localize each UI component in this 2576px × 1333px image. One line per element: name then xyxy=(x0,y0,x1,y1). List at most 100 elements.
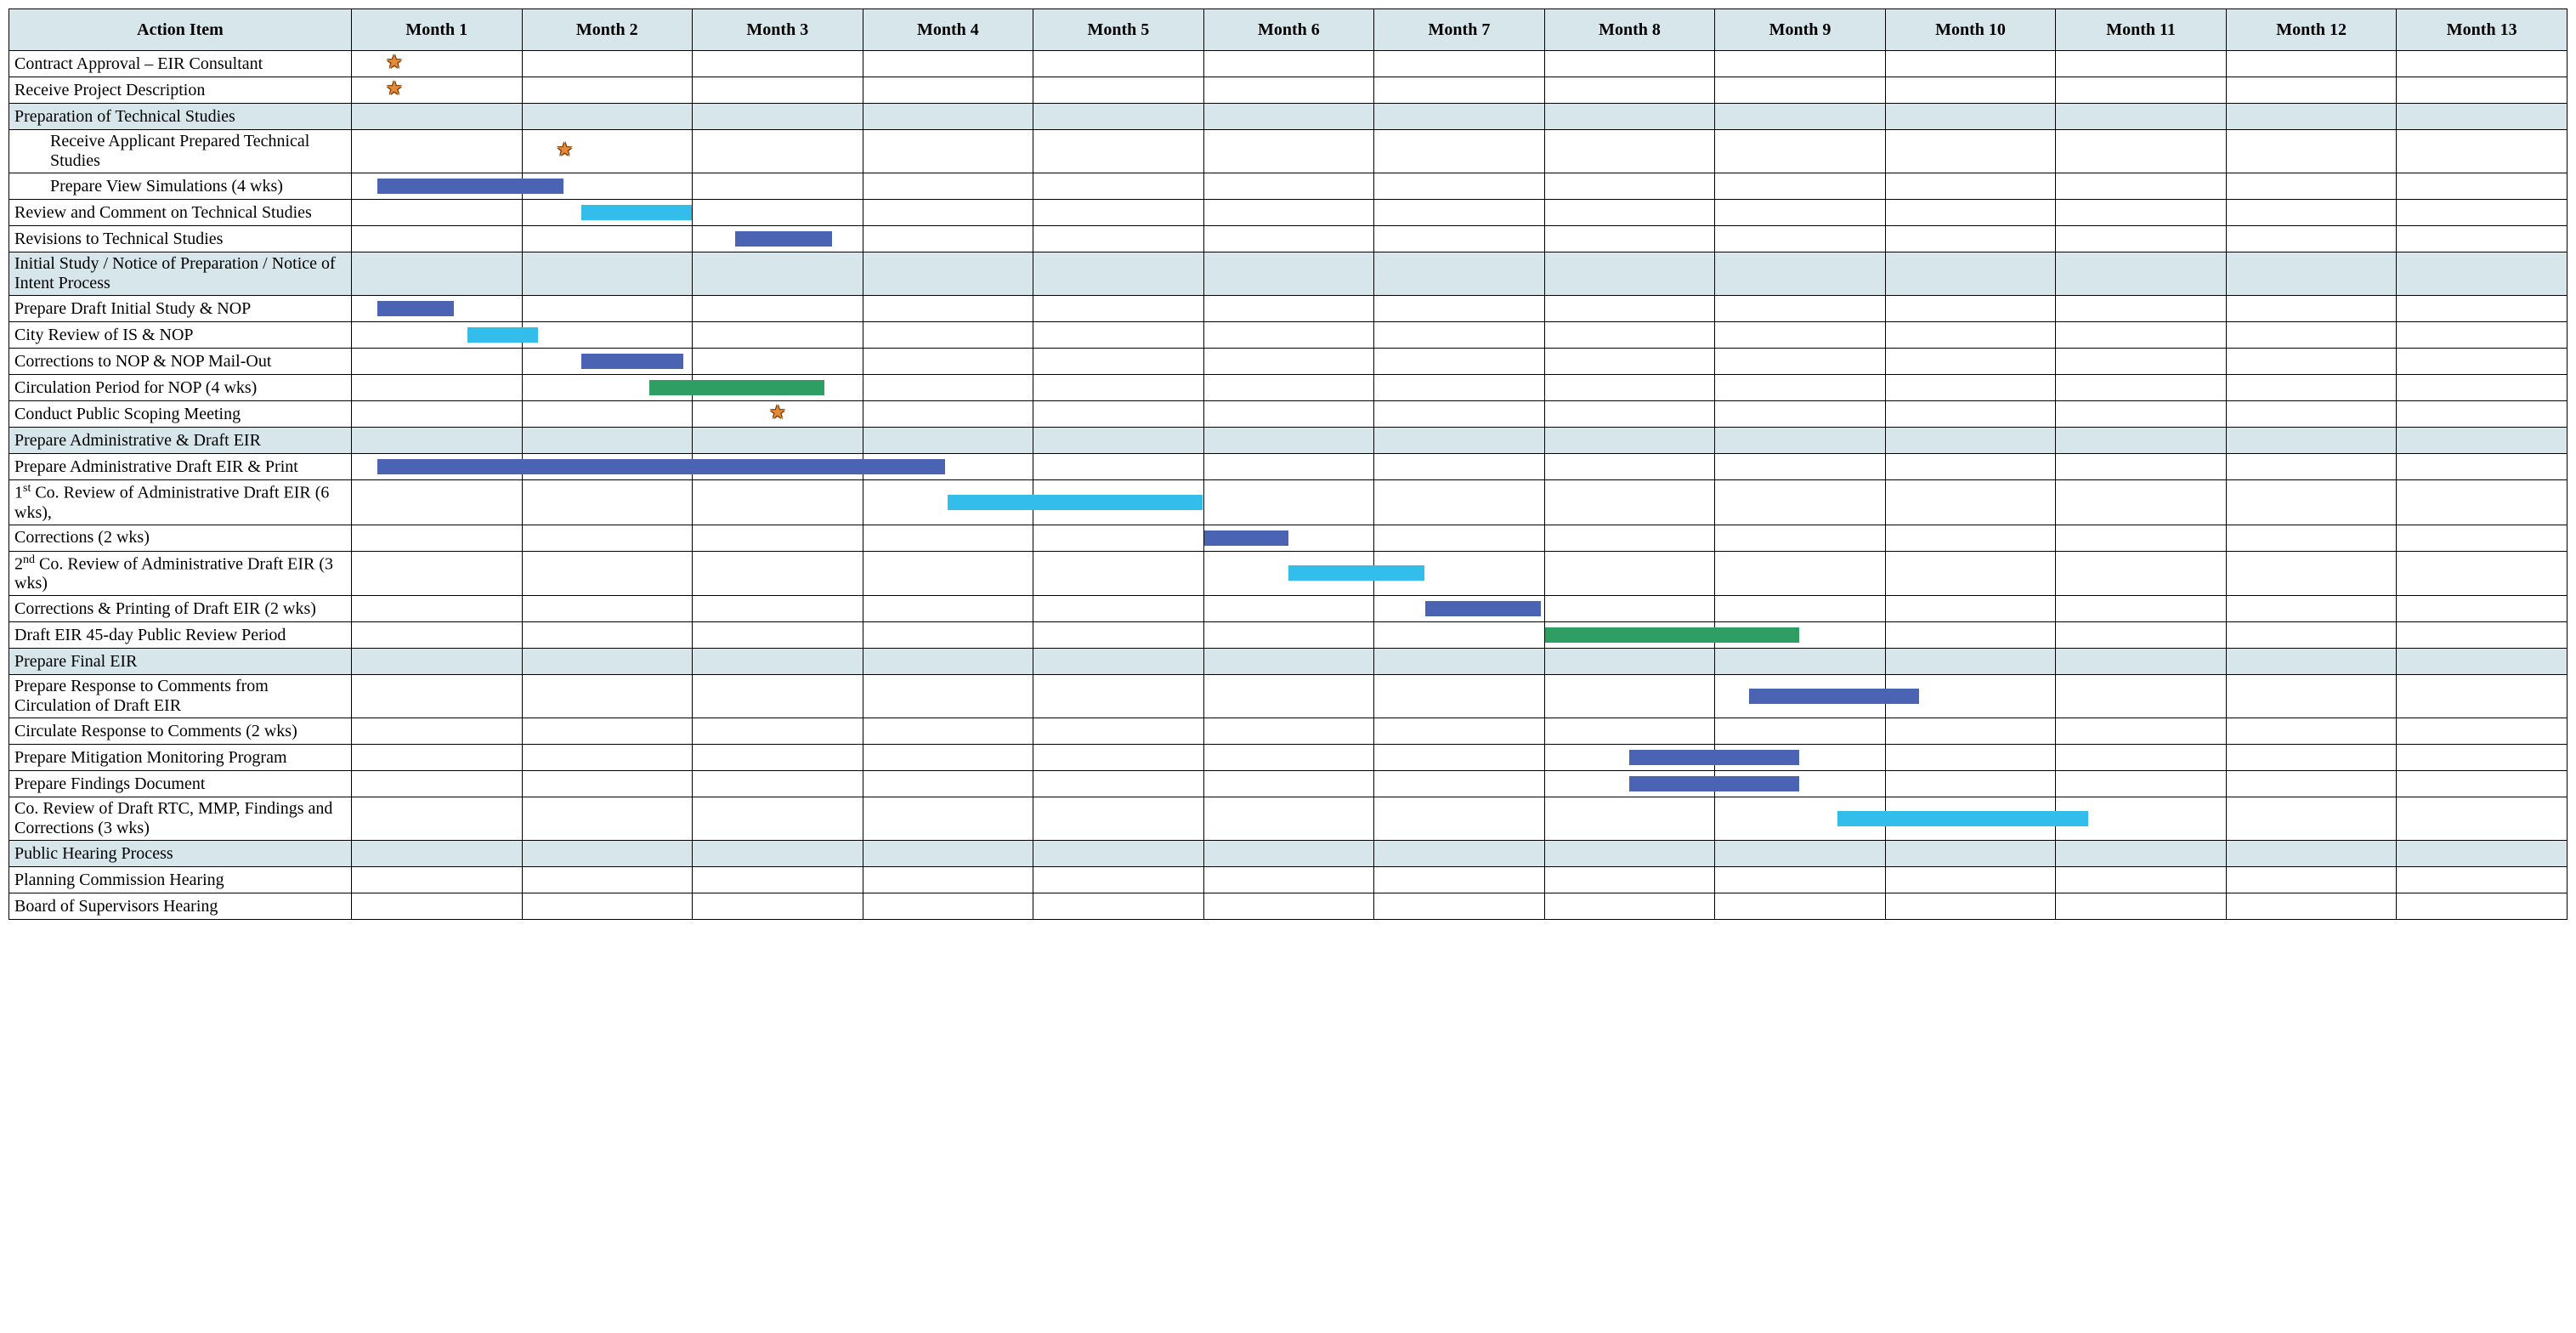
month-cell xyxy=(1203,375,1374,401)
month-cell xyxy=(1374,622,1545,649)
section-spacer xyxy=(2056,252,2227,296)
header-month-3: Month 3 xyxy=(693,9,863,51)
gantt-bar xyxy=(1204,530,1289,546)
month-cell xyxy=(522,173,693,200)
month-cell xyxy=(522,867,693,893)
task-row: Co. Review of Draft RTC, MMP, Findings a… xyxy=(9,797,2568,841)
month-cell xyxy=(522,622,693,649)
month-cell xyxy=(1033,226,1204,252)
section-row: Prepare Administrative & Draft EIR xyxy=(9,428,2568,454)
month-cell xyxy=(1033,454,1204,480)
month-cell xyxy=(863,454,1033,480)
section-spacer xyxy=(2226,841,2397,867)
month-cell xyxy=(1033,797,1204,841)
month-cell xyxy=(352,322,523,349)
month-cell xyxy=(1885,200,2056,226)
action-item-label: Initial Study / Notice of Preparation / … xyxy=(9,252,352,296)
month-cell xyxy=(1033,893,1204,920)
action-item-label: Contract Approval – EIR Consultant xyxy=(9,51,352,77)
month-cell xyxy=(1544,771,1715,797)
section-spacer xyxy=(2397,841,2568,867)
month-cell xyxy=(1374,130,1545,173)
month-cell xyxy=(863,401,1033,428)
month-cell xyxy=(1374,349,1545,375)
month-cell xyxy=(2056,130,2227,173)
month-cell xyxy=(2056,797,2227,841)
month-cell xyxy=(522,551,693,596)
month-cell xyxy=(1715,771,1886,797)
header-month-10: Month 10 xyxy=(1885,9,2056,51)
month-cell xyxy=(1203,226,1374,252)
month-cell xyxy=(2226,296,2397,322)
month-cell xyxy=(2226,130,2397,173)
action-item-label: 1st Co. Review of Administrative Draft E… xyxy=(9,480,352,525)
gantt-bar xyxy=(1425,601,1541,616)
month-cell xyxy=(522,525,693,551)
section-spacer xyxy=(352,428,523,454)
month-cell xyxy=(1033,173,1204,200)
section-spacer xyxy=(2056,649,2227,675)
section-spacer xyxy=(1203,104,1374,130)
task-row: Receive Applicant Prepared Technical Stu… xyxy=(9,130,2568,173)
month-cell xyxy=(352,675,523,718)
section-spacer xyxy=(522,104,693,130)
month-cell xyxy=(352,622,523,649)
month-cell xyxy=(2397,596,2568,622)
month-cell xyxy=(1715,797,1886,841)
month-cell xyxy=(1885,173,2056,200)
month-cell xyxy=(2226,797,2397,841)
section-spacer xyxy=(1544,104,1715,130)
month-cell xyxy=(2397,322,2568,349)
month-cell xyxy=(1885,226,2056,252)
month-cell xyxy=(1203,551,1374,596)
month-cell xyxy=(352,401,523,428)
month-cell xyxy=(863,375,1033,401)
task-row: Circulate Response to Comments (2 wks) xyxy=(9,718,2568,745)
month-cell xyxy=(693,296,863,322)
section-spacer xyxy=(1033,252,1204,296)
header-month-12: Month 12 xyxy=(2226,9,2397,51)
section-spacer xyxy=(1544,841,1715,867)
month-cell xyxy=(522,401,693,428)
header-month-2: Month 2 xyxy=(522,9,693,51)
month-cell xyxy=(693,77,863,104)
month-cell xyxy=(1885,375,2056,401)
star-icon: ★ xyxy=(557,140,574,159)
month-cell xyxy=(693,797,863,841)
month-cell xyxy=(352,173,523,200)
month-cell xyxy=(863,200,1033,226)
task-row: Prepare Response to Comments from Circul… xyxy=(9,675,2568,718)
month-cell xyxy=(1715,745,1886,771)
month-cell xyxy=(1715,596,1886,622)
month-cell xyxy=(2056,745,2227,771)
month-cell xyxy=(2226,718,2397,745)
month-cell xyxy=(2056,771,2227,797)
month-cell xyxy=(863,322,1033,349)
month-cell xyxy=(1715,480,1886,525)
header-month-9: Month 9 xyxy=(1715,9,1886,51)
month-cell xyxy=(522,596,693,622)
month-cell xyxy=(693,893,863,920)
month-cell xyxy=(1544,322,1715,349)
month-cell xyxy=(1374,375,1545,401)
month-cell xyxy=(1374,525,1545,551)
month-cell xyxy=(1885,51,2056,77)
month-cell xyxy=(1033,622,1204,649)
month-cell xyxy=(1715,525,1886,551)
month-cell xyxy=(693,226,863,252)
month-cell xyxy=(693,745,863,771)
star-icon: ★ xyxy=(386,53,403,71)
month-cell xyxy=(2226,51,2397,77)
month-cell xyxy=(1203,893,1374,920)
month-cell xyxy=(693,551,863,596)
month-cell xyxy=(1885,551,2056,596)
month-cell xyxy=(2226,77,2397,104)
section-spacer xyxy=(522,428,693,454)
section-spacer xyxy=(1715,649,1886,675)
month-cell xyxy=(1033,296,1204,322)
task-row: Prepare Findings Document xyxy=(9,771,2568,797)
month-cell xyxy=(1885,867,2056,893)
month-cell xyxy=(1033,480,1204,525)
month-cell xyxy=(2056,375,2227,401)
action-item-label: Public Hearing Process xyxy=(9,841,352,867)
